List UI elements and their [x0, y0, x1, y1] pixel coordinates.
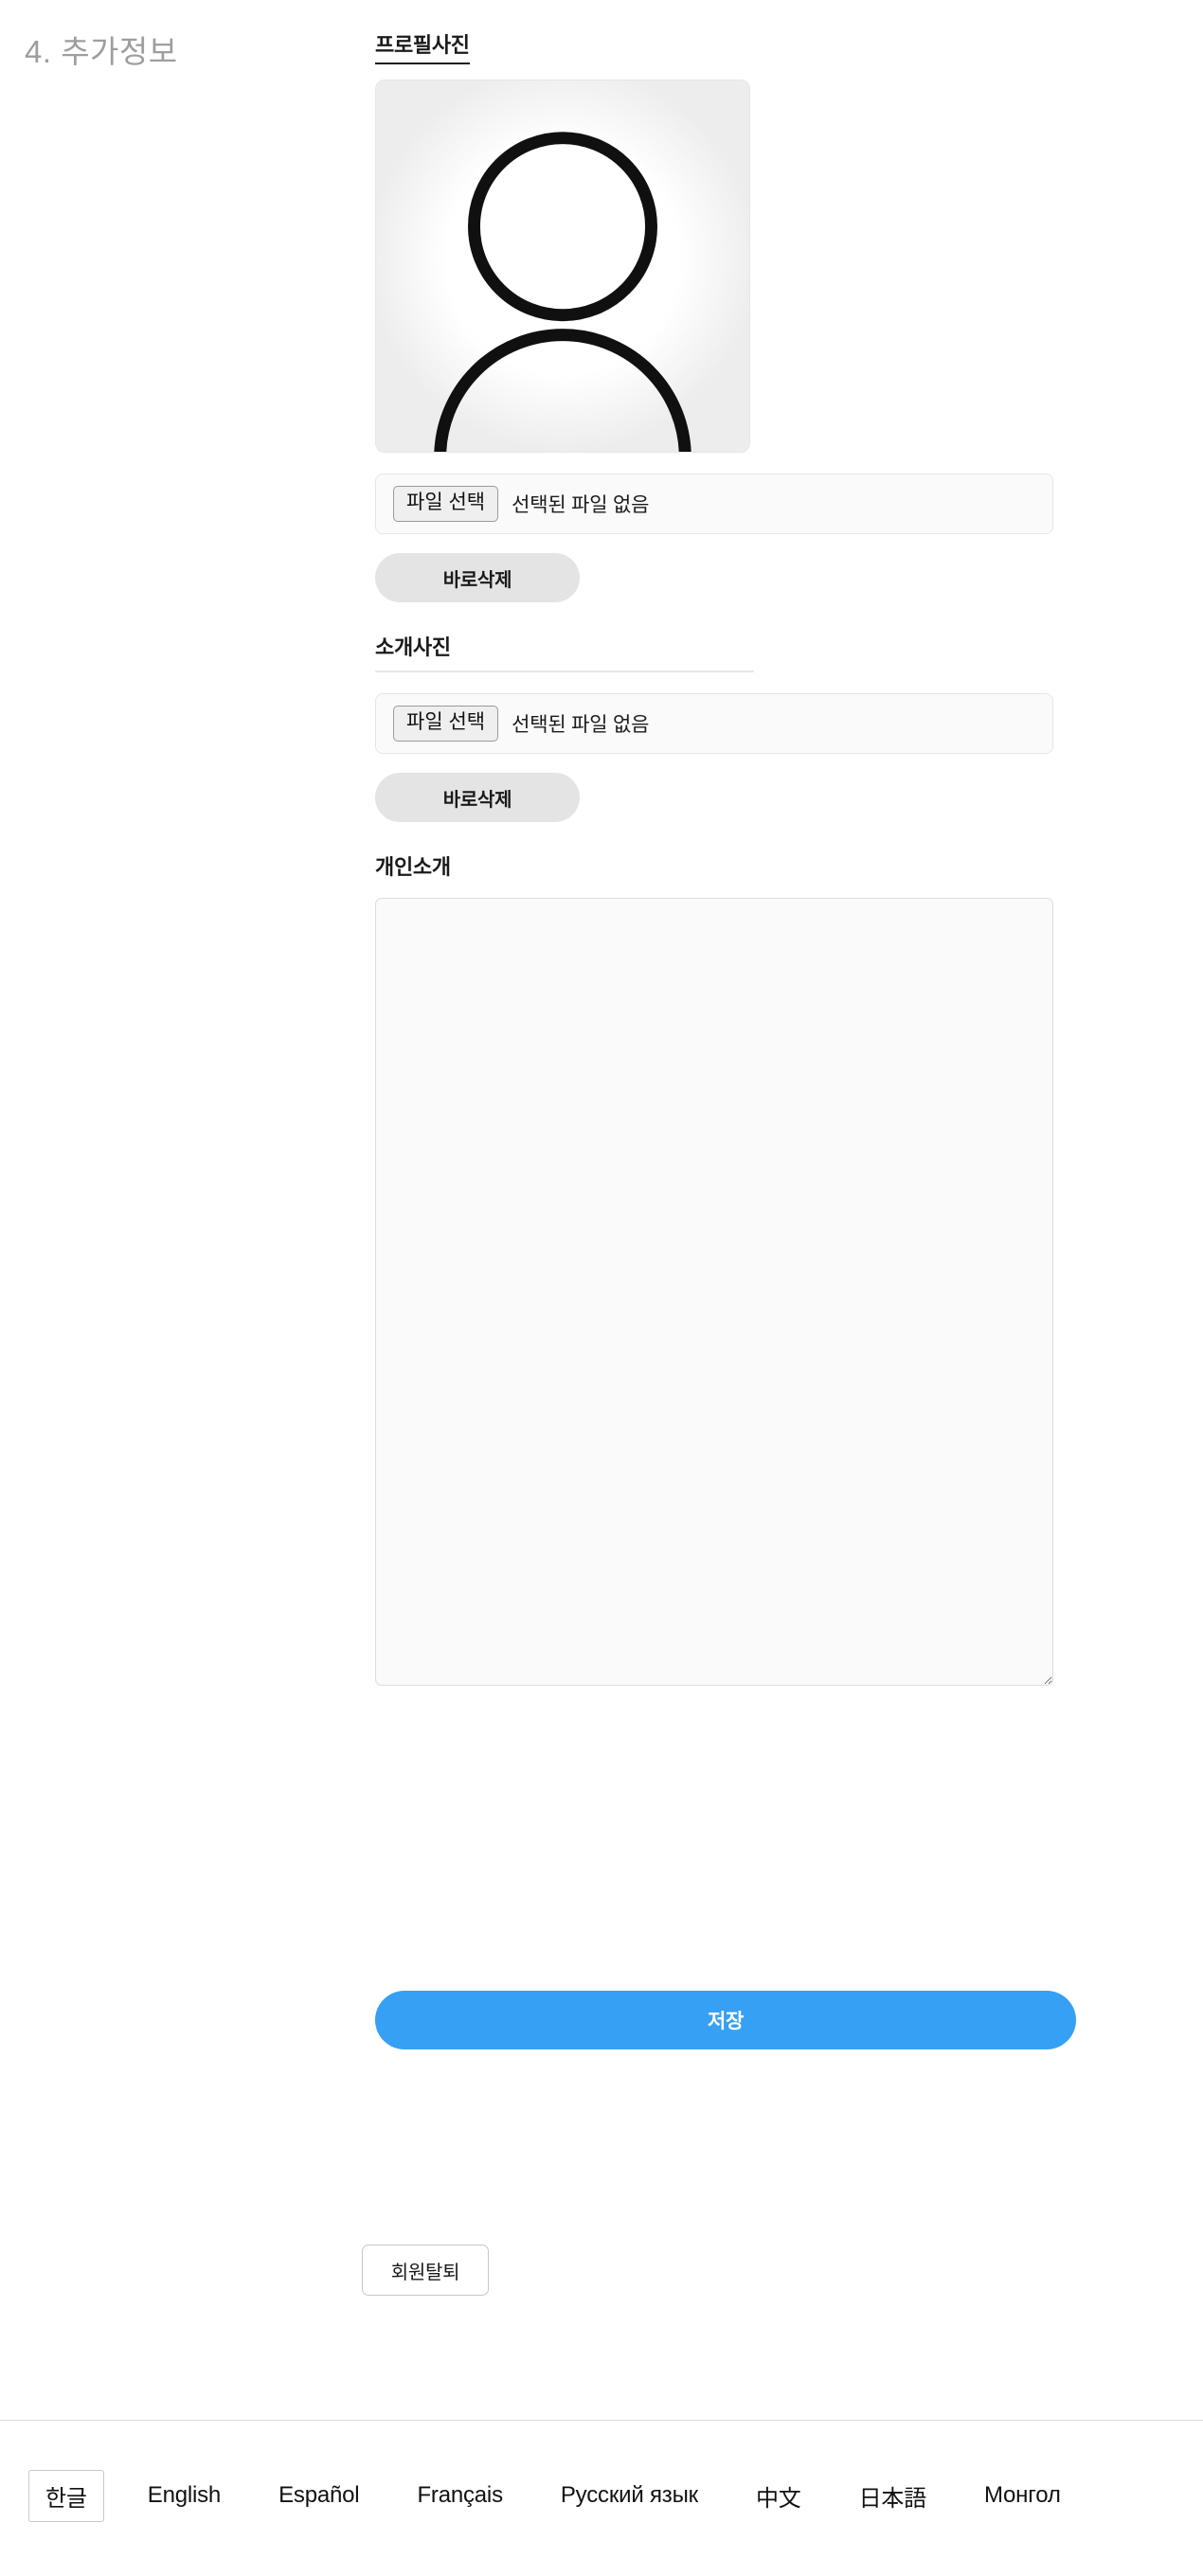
profile-photo-label: 프로필사진 [375, 28, 470, 64]
form-column: 프로필사진 파일 선택 선택된 파일 없음 바로삭제 소개사진 파일 선택 선택… [375, 28, 1053, 1686]
language-option-2[interactable]: Español [278, 2482, 360, 2509]
profile-photo-file-status: 선택된 파일 없음 [512, 494, 650, 516]
language-selector: 한글 English Español Français Русский язык 中文 日本… [0, 2453, 1203, 2538]
profile-photo-field: 프로필사진 파일 선택 선택된 파일 없음 바로삭제 [375, 28, 1053, 602]
withdraw-membership-button[interactable]: 회원탈퇴 [362, 2245, 489, 2296]
intro-photo-choose-file-button[interactable]: 파일 선택 [393, 706, 499, 742]
avatar [376, 80, 749, 452]
language-option-5[interactable]: 中文 [756, 2479, 801, 2513]
personal-intro-label: 개인소개 [375, 855, 451, 879]
save-button[interactable]: 저장 [375, 1991, 1076, 2049]
intro-photo-field: 소개사진 파일 선택 선택된 파일 없음 바로삭제 [375, 631, 1053, 822]
personal-intro-textarea[interactable] [375, 898, 1053, 1686]
globe-icon [586, 452, 626, 453]
profile-photo-choose-file-button[interactable]: 파일 선택 [393, 486, 499, 522]
language-option-7[interactable]: Монгол [984, 2482, 1061, 2509]
footer-divider [0, 2420, 1203, 2421]
profile-photo-file-row[interactable]: 파일 선택 선택된 파일 없음 [375, 474, 1053, 534]
language-option-3[interactable]: Français [417, 2482, 503, 2509]
intro-photo-label: 소개사진 [375, 635, 451, 659]
profile-photo-preview[interactable] [375, 80, 750, 453]
intro-photo-file-status: 선택된 파일 없음 [512, 714, 650, 736]
intro-photo-label-rule [375, 671, 754, 672]
intro-photo-delete-button[interactable]: 바로삭제 [375, 773, 580, 822]
language-option-0[interactable]: 한글 [28, 2469, 104, 2522]
page-title: 4. 추가정보 [25, 34, 178, 69]
personal-intro-field: 개인소개 [375, 850, 1053, 1686]
language-option-1[interactable]: English [148, 2482, 222, 2509]
language-option-4[interactable]: Русский язык [561, 2482, 698, 2509]
language-option-6[interactable]: 日本語 [859, 2479, 927, 2513]
profile-photo-delete-button[interactable]: 바로삭제 [375, 553, 580, 602]
intro-photo-file-row[interactable]: 파일 선택 선택된 파일 없음 [375, 693, 1053, 754]
